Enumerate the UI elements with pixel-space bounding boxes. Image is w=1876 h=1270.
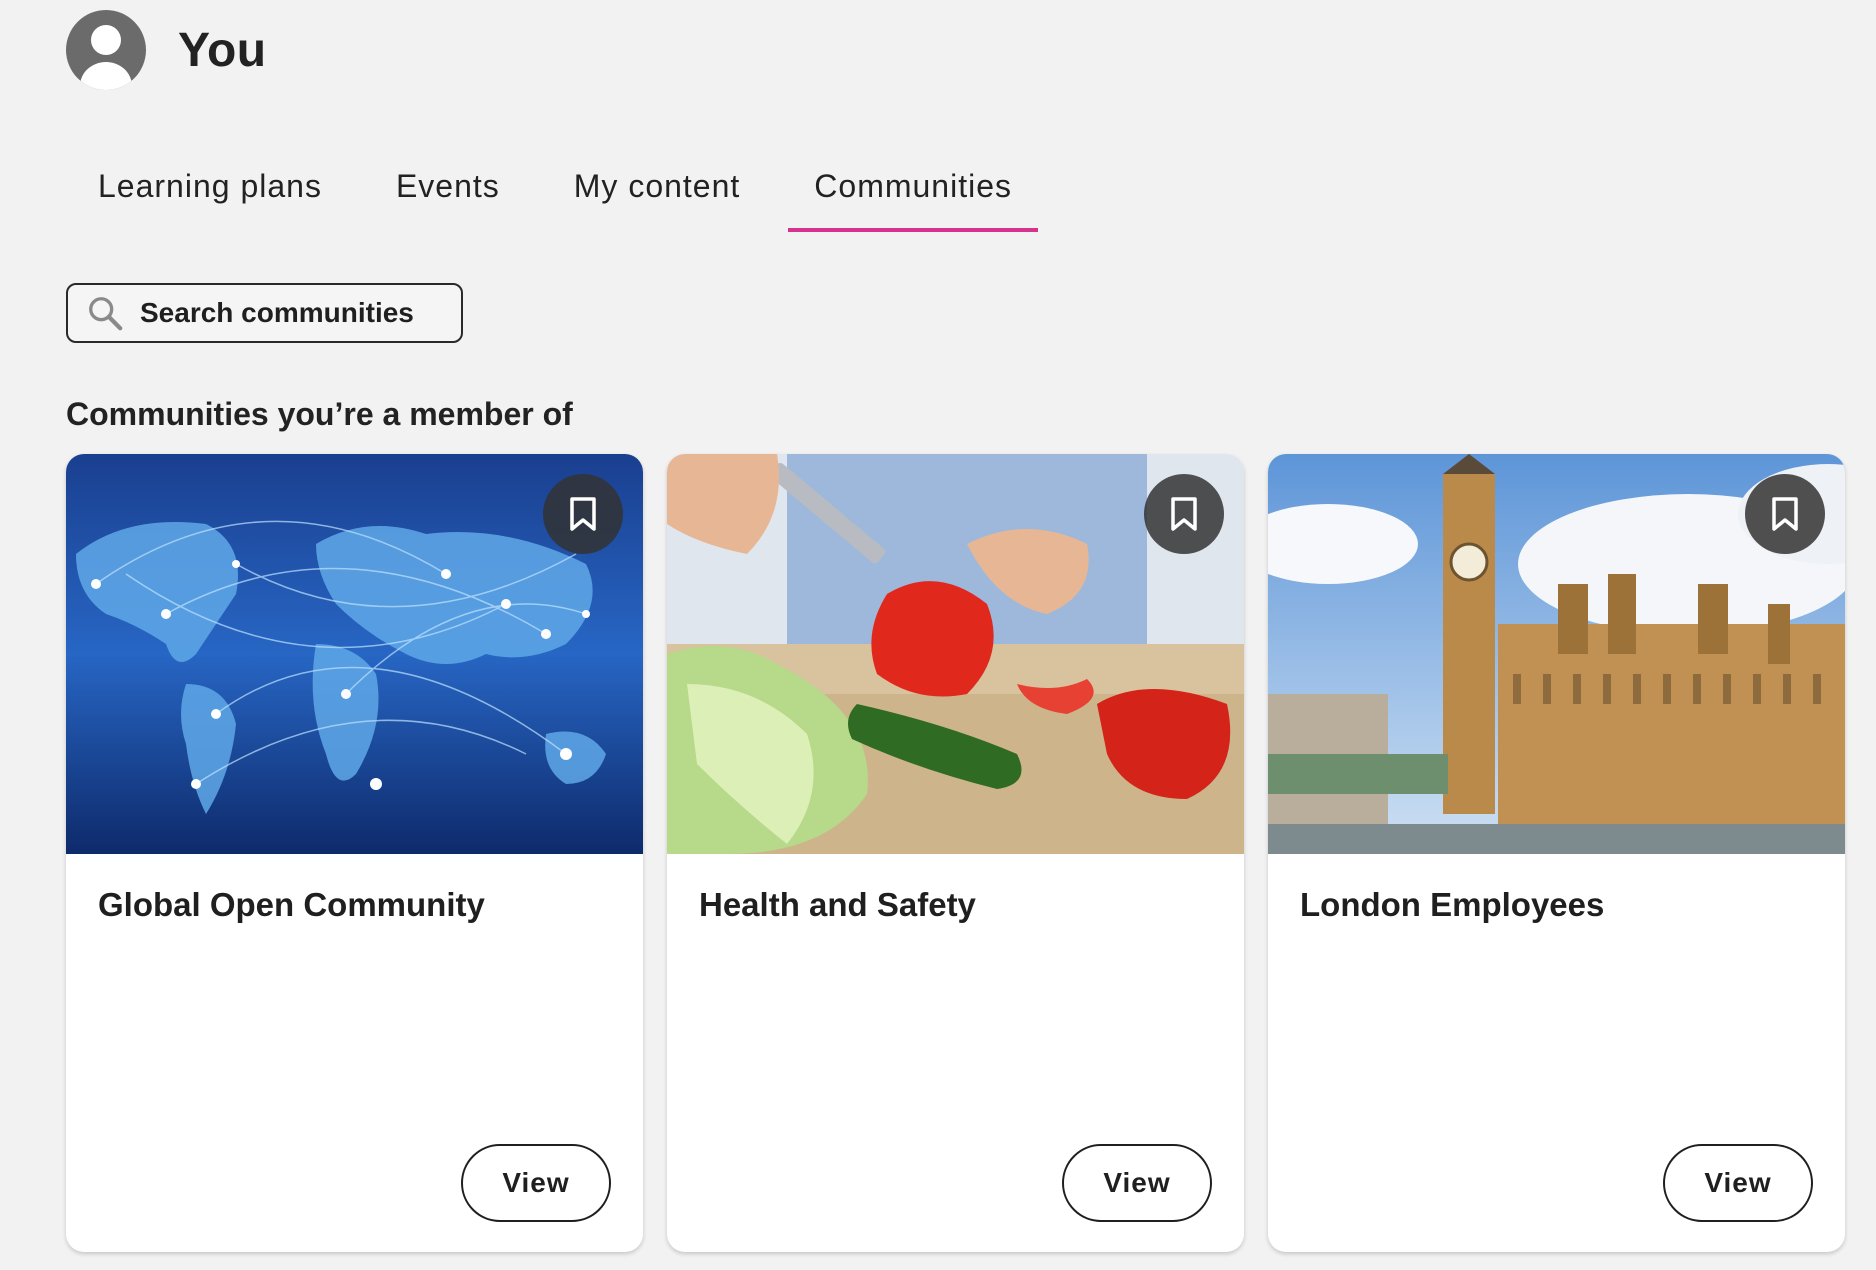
view-button[interactable]: View [461, 1144, 611, 1222]
bookmark-button[interactable] [1745, 474, 1825, 554]
bookmark-icon [570, 497, 596, 531]
community-title: Health and Safety [699, 886, 976, 923]
view-button[interactable]: View [1663, 1144, 1813, 1222]
cutting-vegetables-image [667, 454, 1244, 854]
bookmark-button[interactable] [1144, 474, 1224, 554]
tab-my-content[interactable]: My content [548, 140, 767, 231]
big-ben-parliament-image [1268, 454, 1845, 854]
bookmark-icon [1772, 497, 1798, 531]
profile-header: You [66, 10, 267, 90]
community-title: Global Open Community [98, 886, 485, 923]
search-icon [89, 297, 123, 331]
search-box[interactable] [66, 283, 463, 343]
section-title: Communities you’re a member of [66, 396, 573, 432]
user-avatar-icon [66, 10, 146, 90]
search-input[interactable] [138, 296, 442, 330]
view-button[interactable]: View [1062, 1144, 1212, 1222]
community-card: Global Open Community View [66, 454, 643, 1252]
tab-learning-plans[interactable]: Learning plans [72, 140, 348, 231]
community-card: Health and Safety View [667, 454, 1244, 1252]
bookmark-icon [1171, 497, 1197, 531]
user-name: You [178, 23, 267, 77]
world-network-map-image [66, 454, 643, 854]
tab-communities[interactable]: Communities [788, 140, 1038, 232]
community-card: London Employees View [1268, 454, 1845, 1252]
bookmark-button[interactable] [543, 474, 623, 554]
community-cards: Global Open Community View Health and Sa… [66, 454, 1869, 1252]
profile-tabs: Learning plans Events My content Communi… [72, 140, 1060, 232]
tab-events[interactable]: Events [370, 140, 526, 231]
community-title: London Employees [1300, 886, 1605, 923]
